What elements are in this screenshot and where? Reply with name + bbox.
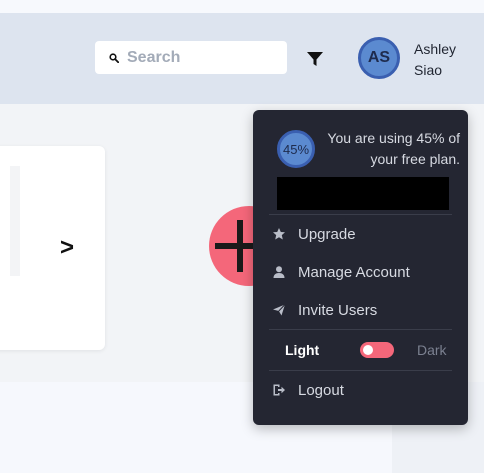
content-card: > — [0, 146, 105, 350]
search-box[interactable] — [95, 41, 287, 74]
paper-plane-icon — [273, 304, 286, 316]
menu-item-logout[interactable]: Logout — [269, 375, 452, 405]
divider — [269, 370, 452, 371]
top-strip — [0, 0, 484, 13]
filter-icon[interactable] — [305, 49, 325, 69]
menu-item-label: Invite Users — [298, 301, 378, 319]
divider — [269, 329, 452, 330]
usage-text: You are using 45% of your free plan. — [327, 130, 460, 167]
logout-icon — [273, 384, 285, 396]
menu-item-manage-account[interactable]: Manage Account — [269, 257, 452, 287]
theme-light-label[interactable]: Light — [285, 342, 319, 358]
usage-percent: 45% — [282, 141, 310, 157]
theme-switcher: Light Dark — [269, 338, 452, 363]
theme-dark-label[interactable]: Dark — [417, 342, 447, 358]
star-icon — [273, 228, 285, 240]
menu-item-invite-users[interactable]: Invite Users — [269, 295, 452, 325]
divider — [269, 214, 452, 215]
menu-item-label: Manage Account — [298, 263, 410, 281]
next-arrow-button[interactable]: > — [60, 234, 74, 262]
usage-ring: 45% — [277, 130, 315, 168]
user-name[interactable]: Ashley Siao — [414, 39, 480, 81]
user-dropdown-menu: 45% You are using 45% of your free plan.… — [253, 110, 468, 425]
menu-item-upgrade[interactable]: Upgrade — [269, 219, 452, 249]
user-icon — [273, 266, 285, 278]
avatar[interactable]: AS — [358, 37, 400, 79]
theme-toggle[interactable] — [360, 342, 394, 358]
search-icon — [109, 52, 119, 63]
toggle-knob — [363, 345, 373, 355]
avatar-initials: AS — [367, 49, 391, 66]
redacted-block — [277, 177, 449, 210]
menu-item-label: Upgrade — [298, 225, 356, 243]
search-input[interactable] — [127, 48, 277, 67]
card-placeholder — [10, 166, 20, 276]
menu-item-label: Logout — [298, 381, 344, 399]
top-header: AS Ashley Siao — [0, 13, 484, 104]
